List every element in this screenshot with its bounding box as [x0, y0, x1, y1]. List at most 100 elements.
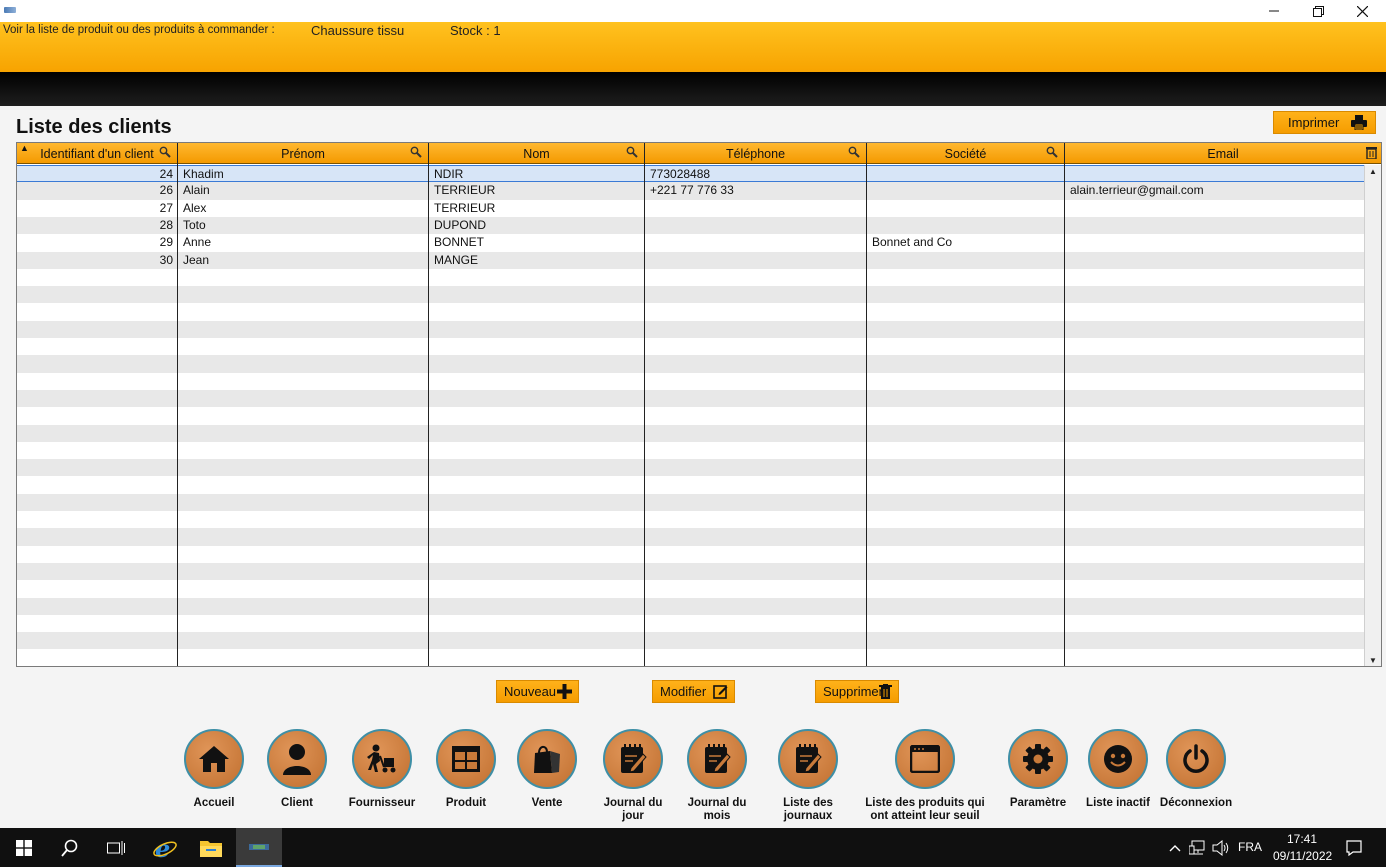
table-row[interactable]: 24 Khadim NDIR 773028488 [17, 165, 1364, 183]
windows-logo-icon [16, 839, 32, 856]
cell-nom: TERRIEUR [434, 200, 496, 215]
table-row[interactable]: 26 Alain TERRIEUR +221 77 776 33 alain.terri… [17, 182, 1364, 200]
column-header-societe[interactable]: Société [867, 143, 1065, 164]
cell-societe [867, 217, 1065, 234]
nav-accueil[interactable]: Accueil [179, 729, 249, 810]
search-icon[interactable] [848, 146, 860, 158]
nav-deconnexion[interactable]: Déconnexion [1158, 729, 1234, 810]
table-row-empty[interactable] [17, 493, 1364, 511]
search-icon[interactable] [159, 146, 171, 158]
table-row-empty[interactable] [17, 511, 1364, 528]
nav-client[interactable]: Client [262, 729, 332, 810]
column-header-prenom[interactable]: Prénom [178, 143, 429, 164]
table-row-empty[interactable] [17, 407, 1364, 424]
nav-liste-journaux[interactable]: Liste des journaux [772, 729, 844, 823]
nav-parametre[interactable]: Paramètre [1003, 729, 1073, 810]
table-row-empty[interactable] [17, 269, 1364, 286]
cell-prenom: Jean [183, 252, 210, 267]
trash-icon[interactable] [1366, 146, 1377, 159]
task-view-button[interactable] [96, 828, 136, 867]
table-row-empty[interactable] [17, 476, 1364, 493]
table-row[interactable]: 30 Jean MANGE [17, 251, 1364, 269]
table-row-empty[interactable] [17, 355, 1364, 373]
taskbar-file-explorer[interactable] [190, 828, 232, 867]
table-row-empty[interactable] [17, 303, 1364, 320]
input-language[interactable]: FRA [1238, 840, 1262, 854]
column-divider [644, 143, 645, 666]
column-header-telephone[interactable]: Téléphone [645, 143, 867, 164]
table-row-empty[interactable] [17, 424, 1364, 442]
column-divider [866, 143, 867, 666]
nav-fournisseur[interactable]: Fournisseur [344, 729, 420, 810]
table-row-empty[interactable] [17, 597, 1364, 615]
table-row-empty[interactable] [17, 442, 1364, 459]
vertical-scrollbar[interactable]: ▲ ▼ [1364, 165, 1381, 666]
nav-vente[interactable]: Vente [512, 729, 582, 810]
power-icon [1183, 744, 1209, 773]
clock-time[interactable]: 17:41 [1287, 832, 1317, 846]
cell-id: 24 [159, 167, 173, 181]
cell-nom: TERRIEUR [434, 183, 496, 198]
tray-network[interactable] [1188, 828, 1208, 867]
table-row-empty[interactable] [17, 528, 1364, 546]
nav-produits-seuil[interactable]: Liste des produits qui ont atteint leur … [864, 729, 986, 823]
notepad-icon [621, 744, 647, 773]
scroll-up-icon[interactable]: ▲ [1369, 167, 1377, 176]
new-button[interactable]: Nouveau [496, 680, 579, 703]
nav-journal-jour[interactable]: Journal du jour [598, 729, 668, 823]
table-row[interactable]: 27 Alex TERRIEUR [17, 200, 1364, 217]
table-row-empty[interactable] [17, 632, 1364, 650]
table-row[interactable]: 28 Toto DUPOND [17, 216, 1364, 235]
table-row-empty[interactable] [17, 649, 1364, 666]
cell-tel [645, 200, 867, 217]
new-button-label: Nouveau [504, 684, 557, 699]
tray-expand-button[interactable] [1166, 828, 1184, 867]
table-row-empty[interactable] [17, 338, 1364, 355]
search-icon[interactable] [410, 146, 422, 158]
nav-liste-inactif[interactable]: Liste inactif [1082, 729, 1154, 810]
table-row-empty[interactable] [17, 615, 1364, 632]
window-icon [910, 745, 940, 773]
close-button[interactable] [1340, 0, 1384, 22]
column-header-id[interactable]: ▲ Identifiant d'un client [17, 143, 178, 164]
nav-journal-mois[interactable]: Journal du mois [681, 729, 753, 823]
delete-button[interactable]: Supprimer [815, 680, 899, 703]
cell-id: 27 [159, 200, 173, 215]
print-button[interactable]: Imprimer [1273, 111, 1376, 134]
clock-date[interactable]: 09/11/2022 [1273, 849, 1332, 863]
edit-button[interactable]: Modifier [652, 680, 735, 703]
action-center-button[interactable] [1342, 828, 1366, 867]
search-icon[interactable] [626, 146, 638, 158]
internet-explorer-icon: e [153, 835, 177, 861]
table-row-empty[interactable] [17, 286, 1364, 304]
close-icon [1356, 5, 1368, 17]
table-row-empty[interactable] [17, 373, 1364, 390]
table-row-empty[interactable] [17, 546, 1364, 563]
table-row-empty[interactable] [17, 562, 1364, 581]
search-icon[interactable] [1046, 146, 1058, 158]
banner-product-link[interactable]: Chaussure tissu [311, 23, 404, 38]
tray-volume[interactable] [1211, 828, 1231, 867]
column-header-email[interactable]: Email [1065, 143, 1381, 164]
table-row-empty[interactable] [17, 389, 1364, 408]
network-icon [1189, 840, 1205, 854]
taskbar-search-button[interactable] [50, 828, 90, 867]
table-row-empty[interactable] [17, 580, 1364, 597]
table-row-empty[interactable] [17, 320, 1364, 338]
plus-icon [557, 684, 572, 699]
restore-button[interactable] [1296, 0, 1340, 22]
cell-id: 30 [159, 252, 173, 267]
folder-icon [200, 840, 222, 857]
scroll-down-icon[interactable]: ▼ [1369, 656, 1377, 665]
cell-id: 26 [159, 183, 173, 198]
column-header-nom[interactable]: Nom [429, 143, 645, 164]
taskbar-ie[interactable]: e [144, 828, 186, 867]
cell-nom: MANGE [434, 252, 479, 267]
nav-produit[interactable]: Produit [431, 729, 501, 810]
taskbar-app-active[interactable] [236, 828, 282, 867]
table-row[interactable]: 29 Anne BONNET Bonnet and Co [17, 234, 1364, 251]
table-row-empty[interactable] [17, 459, 1364, 477]
shopping-bag-icon [534, 745, 560, 773]
start-button[interactable] [4, 828, 44, 867]
minimize-button[interactable] [1252, 0, 1296, 22]
